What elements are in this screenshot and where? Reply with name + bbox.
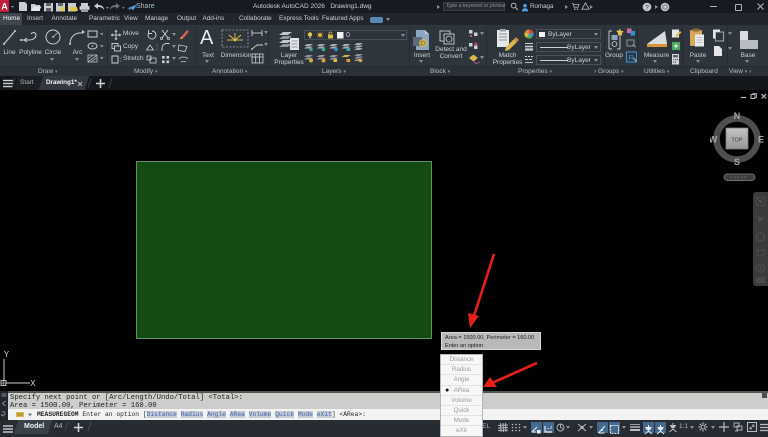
svg-text:E: E: [758, 135, 764, 145]
svg-text:S: S: [734, 157, 740, 167]
svg-text:R: R: [629, 53, 635, 62]
svg-text:TOP: TOP: [731, 138, 743, 144]
svg-text:A: A: [1, 2, 8, 12]
svg-text:X: X: [30, 379, 36, 389]
svg-text:N: N: [734, 111, 741, 121]
svg-text:?: ?: [645, 4, 649, 11]
svg-text:W: W: [710, 135, 718, 145]
svg-text:Y: Y: [4, 350, 10, 360]
